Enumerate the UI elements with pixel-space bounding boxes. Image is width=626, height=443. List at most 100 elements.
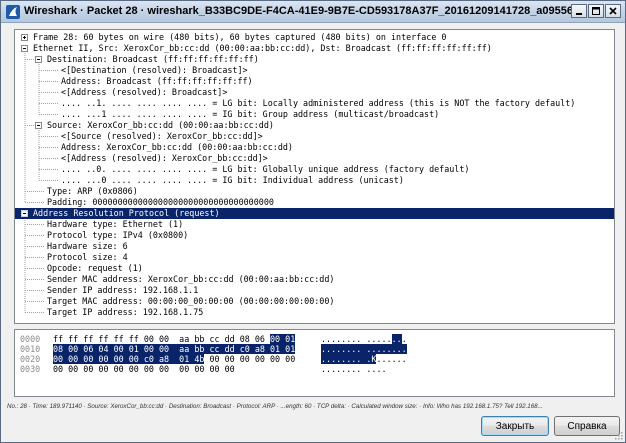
hex-ascii[interactable]: ........ ....: [321, 364, 387, 374]
hex-byte[interactable]: 00: [128, 354, 139, 364]
hex-byte[interactable]: aa: [179, 344, 190, 354]
hex-byte[interactable]: a8: [158, 354, 170, 364]
hex-byte[interactable]: 00: [113, 344, 124, 354]
hex-byte[interactable]: a8: [254, 344, 265, 354]
hex-byte[interactable]: ff: [114, 334, 124, 344]
hex-byte[interactable]: 08: [53, 344, 64, 354]
hex-byte[interactable]: 00: [68, 354, 79, 364]
hex-byte[interactable]: ff: [83, 334, 93, 344]
hex-byte[interactable]: ff: [98, 334, 108, 344]
tree-item-label: Opcode: request (1): [47, 263, 143, 273]
hex-bytes[interactable]: 00 00 00 00 00 00 00 00 00 00 00 00: [53, 364, 235, 374]
packet-bytes-pane[interactable]: 0000 ff ff ff ff ff ff 00 00 aa bb cc dd …: [14, 329, 615, 397]
hex-byte[interactable]: 00: [159, 364, 169, 374]
hex-byte[interactable]: 01: [285, 344, 296, 354]
minimize-button[interactable]: [571, 4, 587, 18]
collapse-minus-icon[interactable]: [35, 122, 42, 129]
help-button[interactable]: Справка: [554, 416, 620, 436]
hex-byte[interactable]: 00: [144, 364, 154, 374]
tree-item-label: Protocol type: IPv4 (0x0800): [47, 230, 189, 240]
hex-byte[interactable]: aa: [179, 334, 189, 344]
hex-byte[interactable]: 00: [83, 364, 93, 374]
hex-ascii[interactable]: ........ ........: [321, 344, 407, 354]
hex-byte[interactable]: 08: [240, 334, 250, 344]
hex-byte[interactable]: 00: [270, 354, 280, 364]
collapse-minus-icon[interactable]: [21, 45, 28, 52]
hex-byte[interactable]: 01: [179, 354, 190, 364]
hex-byte[interactable]: dd: [224, 344, 235, 354]
close-button[interactable]: Закрыть: [481, 416, 549, 436]
tree-item-label: Sender IP address: 192.168.1.1: [47, 285, 199, 295]
hex-byte[interactable]: 00: [179, 364, 189, 374]
hex-byte[interactable]: c0: [239, 344, 250, 354]
hex-byte[interactable]: 06: [255, 334, 265, 344]
hex-byte[interactable]: 00: [158, 344, 170, 354]
tree-item-label: <[Destination (resolved): Broadcast]>: [61, 65, 248, 75]
hex-byte[interactable]: 06: [83, 344, 94, 354]
hex-byte[interactable]: 00: [194, 364, 204, 374]
collapse-minus-icon[interactable]: [35, 56, 42, 63]
hex-byte[interactable]: 00: [68, 344, 79, 354]
hex-byte[interactable]: 00: [143, 344, 154, 354]
hex-byte[interactable]: 00: [83, 354, 94, 364]
hex-byte[interactable]: 04: [98, 344, 109, 354]
hex-offset: 0000: [20, 334, 41, 344]
resize-grip-icon[interactable]: [613, 430, 623, 440]
hex-ascii[interactable]: ........ ........: [321, 334, 407, 344]
hex-byte[interactable]: 01: [270, 344, 281, 354]
tree-item-label: Address: XeroxCor_bb:cc:dd (00:00:aa:bb:…: [61, 142, 293, 152]
hex-byte[interactable]: 01: [285, 334, 296, 344]
tree-item-label: Address: Broadcast (ff:ff:ff:ff:ff:ff): [61, 76, 253, 86]
hex-byte[interactable]: 00: [68, 364, 78, 374]
hex-byte[interactable]: ff: [53, 334, 63, 344]
hex-byte[interactable]: 01: [128, 344, 139, 354]
hex-byte[interactable]: cc: [209, 334, 219, 344]
hex-byte[interactable]: 00: [209, 364, 219, 374]
hex-byte[interactable]: 00: [285, 354, 295, 364]
hex-bytes[interactable]: 08 00 06 04 00 01 00 00 aa bb cc dd c0 a…: [53, 344, 296, 354]
close-icon: [609, 7, 617, 15]
hex-byte[interactable]: 00: [240, 354, 250, 364]
hex-byte[interactable]: 00: [53, 354, 64, 364]
expand-plus-icon[interactable]: [21, 34, 28, 41]
hex-byte[interactable]: 00: [98, 364, 108, 374]
packet-details-tree[interactable]: Frame 28: 60 bytes on wire (480 bits), 6…: [14, 29, 615, 324]
maximize-button[interactable]: [588, 4, 604, 18]
hex-byte[interactable]: bb: [194, 344, 205, 354]
hex-byte[interactable]: 00: [113, 354, 124, 364]
hex-bytes[interactable]: ff ff ff ff ff ff 00 00 aa bb cc dd 08 0…: [53, 334, 296, 344]
tree-item-label: Protocol size: 4: [47, 252, 128, 262]
hex-byte[interactable]: 00: [225, 364, 235, 374]
tree-item-label: Destination: Broadcast (ff:ff:ff:ff:ff:f…: [47, 54, 259, 64]
hex-byte[interactable]: bb: [194, 334, 204, 344]
hex-byte[interactable]: 00: [255, 354, 265, 364]
hex-byte[interactable]: 00: [129, 364, 139, 374]
hex-byte[interactable]: dd: [225, 334, 235, 344]
packet-summary-status: No.: 28 · Time: 189.971140 · Source: Xer…: [7, 403, 543, 410]
hex-byte[interactable]: 4b: [194, 354, 205, 364]
wireshark-fin-icon: [6, 5, 20, 19]
hex-byte[interactable]: 00: [98, 354, 109, 364]
hex-byte[interactable]: 00: [159, 334, 169, 344]
tree-item-label: Hardware type: Ethernet (1): [47, 219, 184, 229]
tree-item-label: Hardware size: 6: [47, 241, 128, 251]
hex-byte[interactable]: ff: [68, 334, 78, 344]
hex-byte[interactable]: c0: [143, 354, 154, 364]
tree-item[interactable]: Address Resolution Protocol (request): [15, 208, 614, 219]
hex-byte[interactable]: 00: [144, 334, 154, 344]
hex-byte[interactable]: 00: [225, 354, 235, 364]
tree-item-label: Source: XeroxCor_bb:cc:dd (00:00:aa:bb:c…: [47, 120, 274, 130]
hex-byte[interactable]: ff: [129, 334, 139, 344]
tree-item-label: Target MAC address: 00:00:00_00:00:00 (0…: [47, 296, 335, 306]
hex-ascii[interactable]: ........ .K......: [321, 354, 407, 364]
hex-byte[interactable]: 00: [270, 334, 281, 344]
hex-byte[interactable]: 00: [209, 354, 219, 364]
collapse-minus-icon[interactable]: [21, 210, 28, 217]
title-bar[interactable]: Wireshark · Packet 28 · wireshark_B33BC9…: [1, 1, 625, 23]
hex-byte[interactable]: 00: [53, 364, 63, 374]
hex-bytes[interactable]: 00 00 00 00 00 00 c0 a8 01 4b 00 00 00 0…: [53, 354, 295, 364]
hex-byte[interactable]: cc: [209, 344, 220, 354]
close-window-button[interactable]: [605, 4, 621, 18]
tree-item-label: Frame 28: 60 bytes on wire (480 bits), 6…: [33, 32, 447, 42]
hex-byte[interactable]: 00: [114, 364, 124, 374]
